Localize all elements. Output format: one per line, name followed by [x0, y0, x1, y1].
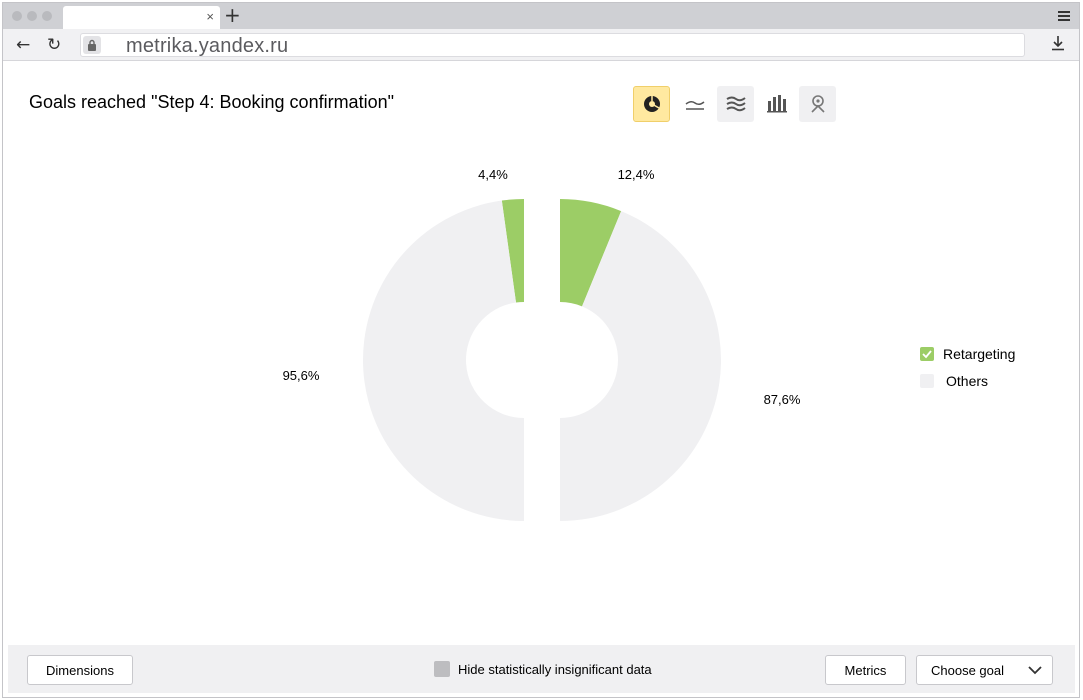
legend-label-others: Others: [946, 372, 989, 389]
hide-insignificant-checkbox[interactable]: [434, 661, 450, 677]
hide-insignificant-label: Hide statistically insignificant data: [458, 661, 652, 677]
choose-goal-dropdown[interactable]: Choose goal: [916, 655, 1053, 685]
pie-left-half: 4,4% 95,6%: [283, 167, 524, 521]
pie-right-half: 12,4% 87,6%: [560, 167, 801, 522]
hide-insignificant-toggle[interactable]: Hide statistically insignificant data: [434, 661, 652, 677]
metrics-button[interactable]: Metrics: [825, 655, 906, 685]
bottom-toolbar: Dimensions Hide statistically insignific…: [8, 645, 1075, 693]
legend-checkbox-retargeting[interactable]: [920, 346, 934, 361]
legend-label-retargeting: Retargeting: [943, 345, 1016, 362]
pie-left-slice-others[interactable]: [362, 200, 524, 521]
chart-legend: Retargeting Others: [920, 340, 1015, 394]
choose-goal-label: Choose goal: [931, 662, 1004, 678]
pie-right-label-retargeting: 12,4%: [618, 167, 655, 182]
dimensions-button[interactable]: Dimensions: [27, 655, 133, 685]
legend-checkbox-others[interactable]: [920, 373, 934, 388]
legend-item-retargeting[interactable]: Retargeting: [920, 340, 1015, 367]
pie-left-label-retargeting: 4,4%: [478, 167, 508, 182]
pie-left-label-others: 95,6%: [283, 368, 320, 383]
pie-right-label-others: 87,6%: [764, 392, 801, 407]
check-icon: [922, 349, 932, 358]
chevron-down-icon: [1028, 666, 1042, 675]
legend-item-others[interactable]: Others: [920, 367, 1015, 394]
